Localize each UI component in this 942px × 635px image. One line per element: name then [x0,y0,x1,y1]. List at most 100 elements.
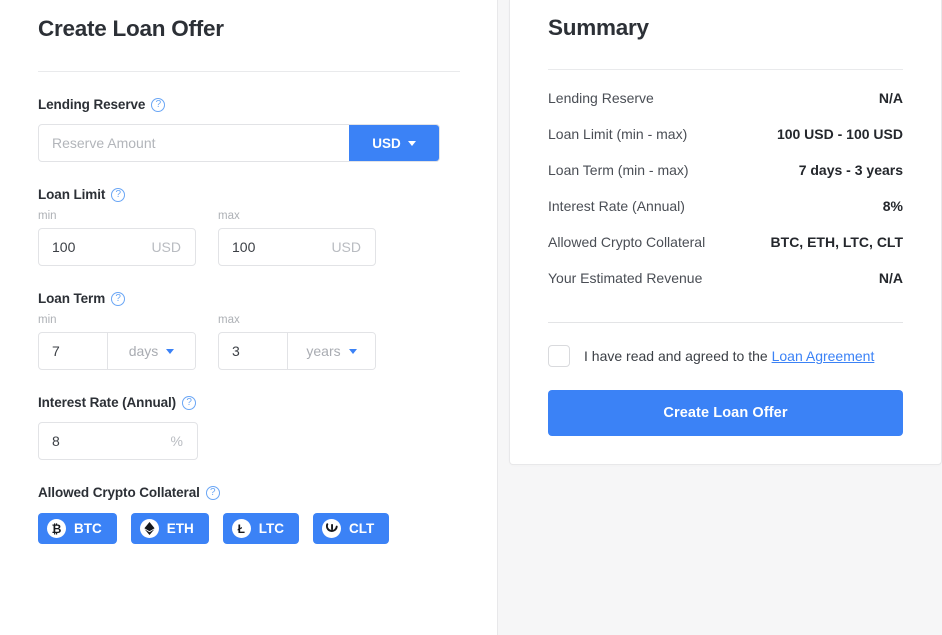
summary-row: Allowed Crypto Collateral BTC, ETH, LTC,… [548,234,903,270]
loan-term-min-shell: days [38,332,196,370]
help-icon[interactable]: ? [111,291,126,306]
loan-limit-max-col: max USD [218,209,376,266]
loan-term-max-col: max years [218,313,376,370]
chevron-down-icon [348,348,357,354]
field-loan-term: Loan Term ? min days max [38,290,459,370]
summary-divider-top [548,69,903,70]
summary-row-value: 8% [882,198,903,214]
loan-limit-min-unit: USD [151,239,181,255]
loan-term-label-text: Loan Term [38,291,106,306]
summary-row-value: BTC, ETH, LTC, CLT [770,234,903,250]
summary-row: Your Estimated Revenue N/A [548,270,903,306]
create-loan-offer-button[interactable]: Create Loan Offer [548,390,903,436]
summary-row: Interest Rate (Annual) 8% [548,198,903,234]
chevron-down-icon [166,348,175,354]
loan-term-max-unit-select[interactable]: years [287,333,375,369]
summary-title: Summary [548,15,649,40]
collateral-chip-label: BTC [74,521,102,536]
title-divider [38,71,460,72]
loan-term-max-caption: max [218,314,240,326]
currency-select-button[interactable]: USD [349,125,439,161]
summary-row-key: Allowed Crypto Collateral [548,234,706,250]
summary-row: Loan Limit (min - max) 100 USD - 100 USD [548,126,903,162]
loan-term-label: Loan Term ? [38,290,459,307]
summary-area: Summary Lending Reserve N/A Loan Limit (… [498,0,942,635]
loan-term-pair-row: min days max years [38,313,459,370]
interest-rate-label-text: Interest Rate (Annual) [38,395,177,410]
loan-limit-pair-row: min USD max USD [38,209,459,266]
allowed-collateral-label-text: Allowed Crypto Collateral [38,485,200,500]
chevron-down-icon [407,140,416,146]
collateral-chip-clt[interactable]: CLT [313,513,390,544]
lending-reserve-input-shell: USD [38,124,440,162]
page-title: Create Loan Offer [38,16,224,41]
collateral-chip-eth[interactable]: ETH [130,513,209,544]
agreement-checkbox[interactable] [548,345,570,367]
summary-row: Lending Reserve N/A [548,90,903,126]
loan-agreement-link[interactable]: Loan Agreement [772,348,875,364]
loan-limit-min-shell: USD [38,228,196,266]
field-loan-limit: Loan Limit ? min USD max USD [38,186,459,266]
collateral-chip-btc[interactable]: ₿ BTC [38,513,117,544]
currency-select-value: USD [372,135,401,151]
loan-term-max-input[interactable] [219,333,287,369]
agreement-text: I have read and agreed to the Loan Agree… [584,348,874,364]
collateral-chip-label: CLT [349,521,375,536]
summary-row-key: Interest Rate (Annual) [548,198,685,214]
loan-term-min-unit-value: days [128,343,159,359]
loan-limit-max-input[interactable] [219,229,332,265]
loan-term-min-input[interactable] [39,333,107,369]
summary-row-value: 100 USD - 100 USD [776,126,903,142]
summary-row: Loan Term (min - max) 7 days - 3 years [548,162,903,198]
summary-row-value: N/A [878,90,903,106]
loan-term-max-shell: years [218,332,376,370]
loan-offer-form-panel: Create Loan Offer Lending Reserve ? USD [0,0,498,635]
collateral-chip-ltc[interactable]: Ł LTC [222,513,299,544]
loan-limit-max-shell: USD [218,228,376,266]
field-interest-rate: Interest Rate (Annual) ? % [38,394,459,460]
celsius-icon [322,519,341,538]
ethereum-icon [139,519,159,538]
field-lending-reserve: Lending Reserve ? USD [38,96,459,162]
help-icon[interactable]: ? [111,187,126,202]
agreement-row: I have read and agreed to the Loan Agree… [548,345,903,367]
loan-limit-min-input[interactable] [39,229,152,265]
interest-rate-unit: % [170,433,183,449]
loan-term-min-col: min days [38,313,196,370]
allowed-collateral-label: Allowed Crypto Collateral ? [38,484,459,501]
loan-limit-min-caption: min [38,210,57,222]
collateral-chip-row: ₿ BTC ETH Ł LTC CLT [38,513,459,544]
field-allowed-collateral: Allowed Crypto Collateral ? ₿ BTC ETH Ł … [38,484,459,544]
loan-limit-label-text: Loan Limit [38,187,106,202]
summary-row-key: Loan Limit (min - max) [548,126,688,142]
help-icon[interactable]: ? [182,395,197,410]
collateral-chip-label: ETH [166,521,194,536]
litecoin-icon: Ł [231,519,251,538]
loan-term-min-caption: min [38,314,57,326]
lending-reserve-label-text: Lending Reserve [38,97,146,112]
loan-limit-max-caption: max [218,210,240,222]
interest-rate-shell: % [38,422,198,460]
loan-term-min-unit-select[interactable]: days [107,333,195,369]
bitcoin-icon: ₿ [47,519,66,538]
summary-row-value: 7 days - 3 years [798,162,903,178]
summary-card: Summary Lending Reserve N/A Loan Limit (… [509,0,942,465]
help-icon[interactable]: ? [151,97,166,112]
summary-list: Lending Reserve N/A Loan Limit (min - ma… [548,90,903,306]
reserve-amount-input[interactable] [39,125,349,161]
interest-rate-input[interactable] [39,423,171,459]
summary-divider-bottom [548,322,903,323]
interest-rate-input-row: % [38,422,459,460]
help-icon[interactable]: ? [205,485,220,500]
summary-row-key: Your Estimated Revenue [548,270,703,286]
loan-limit-label: Loan Limit ? [38,186,459,203]
agreement-text-label: I have read and agreed to the [584,348,768,364]
collateral-chip-label: LTC [258,521,284,536]
lending-reserve-input-row: USD [38,124,459,162]
create-loan-offer-page: Create Loan Offer Lending Reserve ? USD [0,0,942,635]
interest-rate-label: Interest Rate (Annual) ? [38,394,459,411]
summary-row-key: Loan Term (min - max) [548,162,689,178]
summary-row-value: N/A [878,270,903,286]
loan-term-max-unit-value: years [306,343,341,359]
loan-limit-min-col: min USD [38,209,196,266]
